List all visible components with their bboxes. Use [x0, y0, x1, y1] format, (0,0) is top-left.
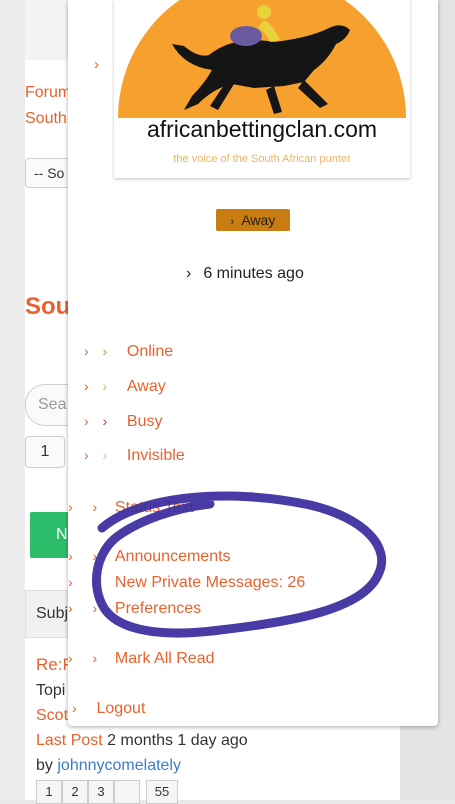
mark-all-read-link[interactable]: › › Mark All Read	[68, 648, 215, 669]
last-seen-text: 6 minutes ago	[203, 265, 304, 282]
last-post-line: Last Post 2 months 1 day ago	[36, 732, 248, 750]
logout-link[interactable]: › Logout	[72, 698, 145, 719]
status-option-label: Away	[126, 378, 166, 395]
announcements-link[interactable]: › › Announcements	[68, 546, 231, 567]
private-messages-link[interactable]: › › New Private Messages: 26	[68, 572, 305, 593]
breadcrumb-south[interactable]: South	[25, 110, 67, 128]
last-seen: › 6 minutes ago	[186, 265, 304, 282]
status-option-online[interactable]: › › Online	[84, 341, 173, 362]
last-post-label[interactable]: Last Post	[36, 732, 103, 749]
by-label: by	[36, 757, 53, 774]
last-post-user[interactable]: johnnycomelately	[57, 757, 181, 774]
chevron-right-icon: ›	[94, 56, 99, 73]
chevron-right-icon: ›	[84, 413, 89, 429]
mark-all-read-label: Mark All Read	[114, 650, 215, 667]
pager-1[interactable]: 1	[36, 780, 62, 804]
chevron-right-icon: ›	[92, 499, 98, 515]
status-option-label: Invisible	[126, 447, 185, 464]
chevron-right-icon: ›	[72, 700, 77, 716]
status-option-away[interactable]: › › Away	[84, 376, 166, 397]
by-line: by johnnycomelately	[36, 757, 181, 775]
topic-author[interactable]: Scot	[36, 707, 68, 725]
status-option-busy[interactable]: › › Busy	[84, 411, 162, 432]
chevron-right-icon: ›	[68, 548, 73, 564]
pager-3[interactable]: 3	[88, 780, 114, 804]
status-badge-label: Away	[241, 212, 276, 228]
logo-tagline: the voice of the South African punter	[173, 153, 351, 165]
status-text-link[interactable]: › › Status Text	[68, 497, 194, 518]
private-messages-label: New Private Messages: 26	[114, 574, 306, 591]
chevron-right-icon: ›	[68, 600, 73, 616]
user-menu-panel: › africanbettingclan.com the voice of th…	[68, 0, 438, 726]
chevron-right-icon: ›	[92, 548, 98, 564]
last-post-time: 2 months 1 day ago	[107, 732, 248, 749]
logo-text: africanbettingclan.com	[147, 116, 377, 142]
chevron-right-icon: ›	[68, 499, 73, 515]
chevron-right-icon: ›	[84, 447, 89, 463]
status-dot-icon: ›	[102, 378, 108, 394]
pager-ellipsis	[114, 780, 140, 804]
status-option-label: Online	[126, 343, 174, 360]
pager-last[interactable]: 55	[146, 780, 178, 804]
status-badge: › Away	[216, 209, 290, 231]
logout-label: Logout	[96, 700, 146, 717]
status-option-label: Busy	[126, 413, 163, 430]
announcements-label: Announcements	[114, 548, 231, 565]
chevron-right-icon: ›	[68, 574, 73, 590]
section-title: Sou	[25, 293, 71, 320]
preferences-label: Preferences	[114, 600, 202, 617]
chevron-right-icon: ›	[84, 343, 89, 359]
breadcrumb-forum[interactable]: Forum	[25, 84, 71, 102]
chevron-right-icon: ›	[92, 574, 98, 590]
status-dot-icon: ›	[102, 413, 108, 429]
new-topic-button[interactable]: N	[30, 512, 70, 558]
status-text-label: Status Text	[114, 499, 194, 516]
chevron-right-icon: ›	[92, 600, 98, 616]
left-gutter	[0, 0, 25, 800]
site-logo: africanbettingclan.com the voice of the …	[114, 0, 410, 178]
status-dot-icon: ›	[102, 447, 108, 463]
logo-graphic: africanbettingclan.com the voice of the …	[118, 0, 406, 165]
status-option-invisible[interactable]: › › Invisible	[84, 445, 185, 466]
chevron-right-icon: ›	[84, 378, 89, 394]
preferences-link[interactable]: › › Preferences	[68, 598, 201, 619]
chevron-right-icon: ›	[68, 650, 73, 666]
status-dot-icon: ›	[102, 343, 108, 359]
page-input[interactable]: 1	[25, 436, 65, 468]
pager-2[interactable]: 2	[62, 780, 88, 804]
topic-label: Topi	[36, 682, 66, 699]
chevron-right-icon: ›	[92, 650, 98, 666]
